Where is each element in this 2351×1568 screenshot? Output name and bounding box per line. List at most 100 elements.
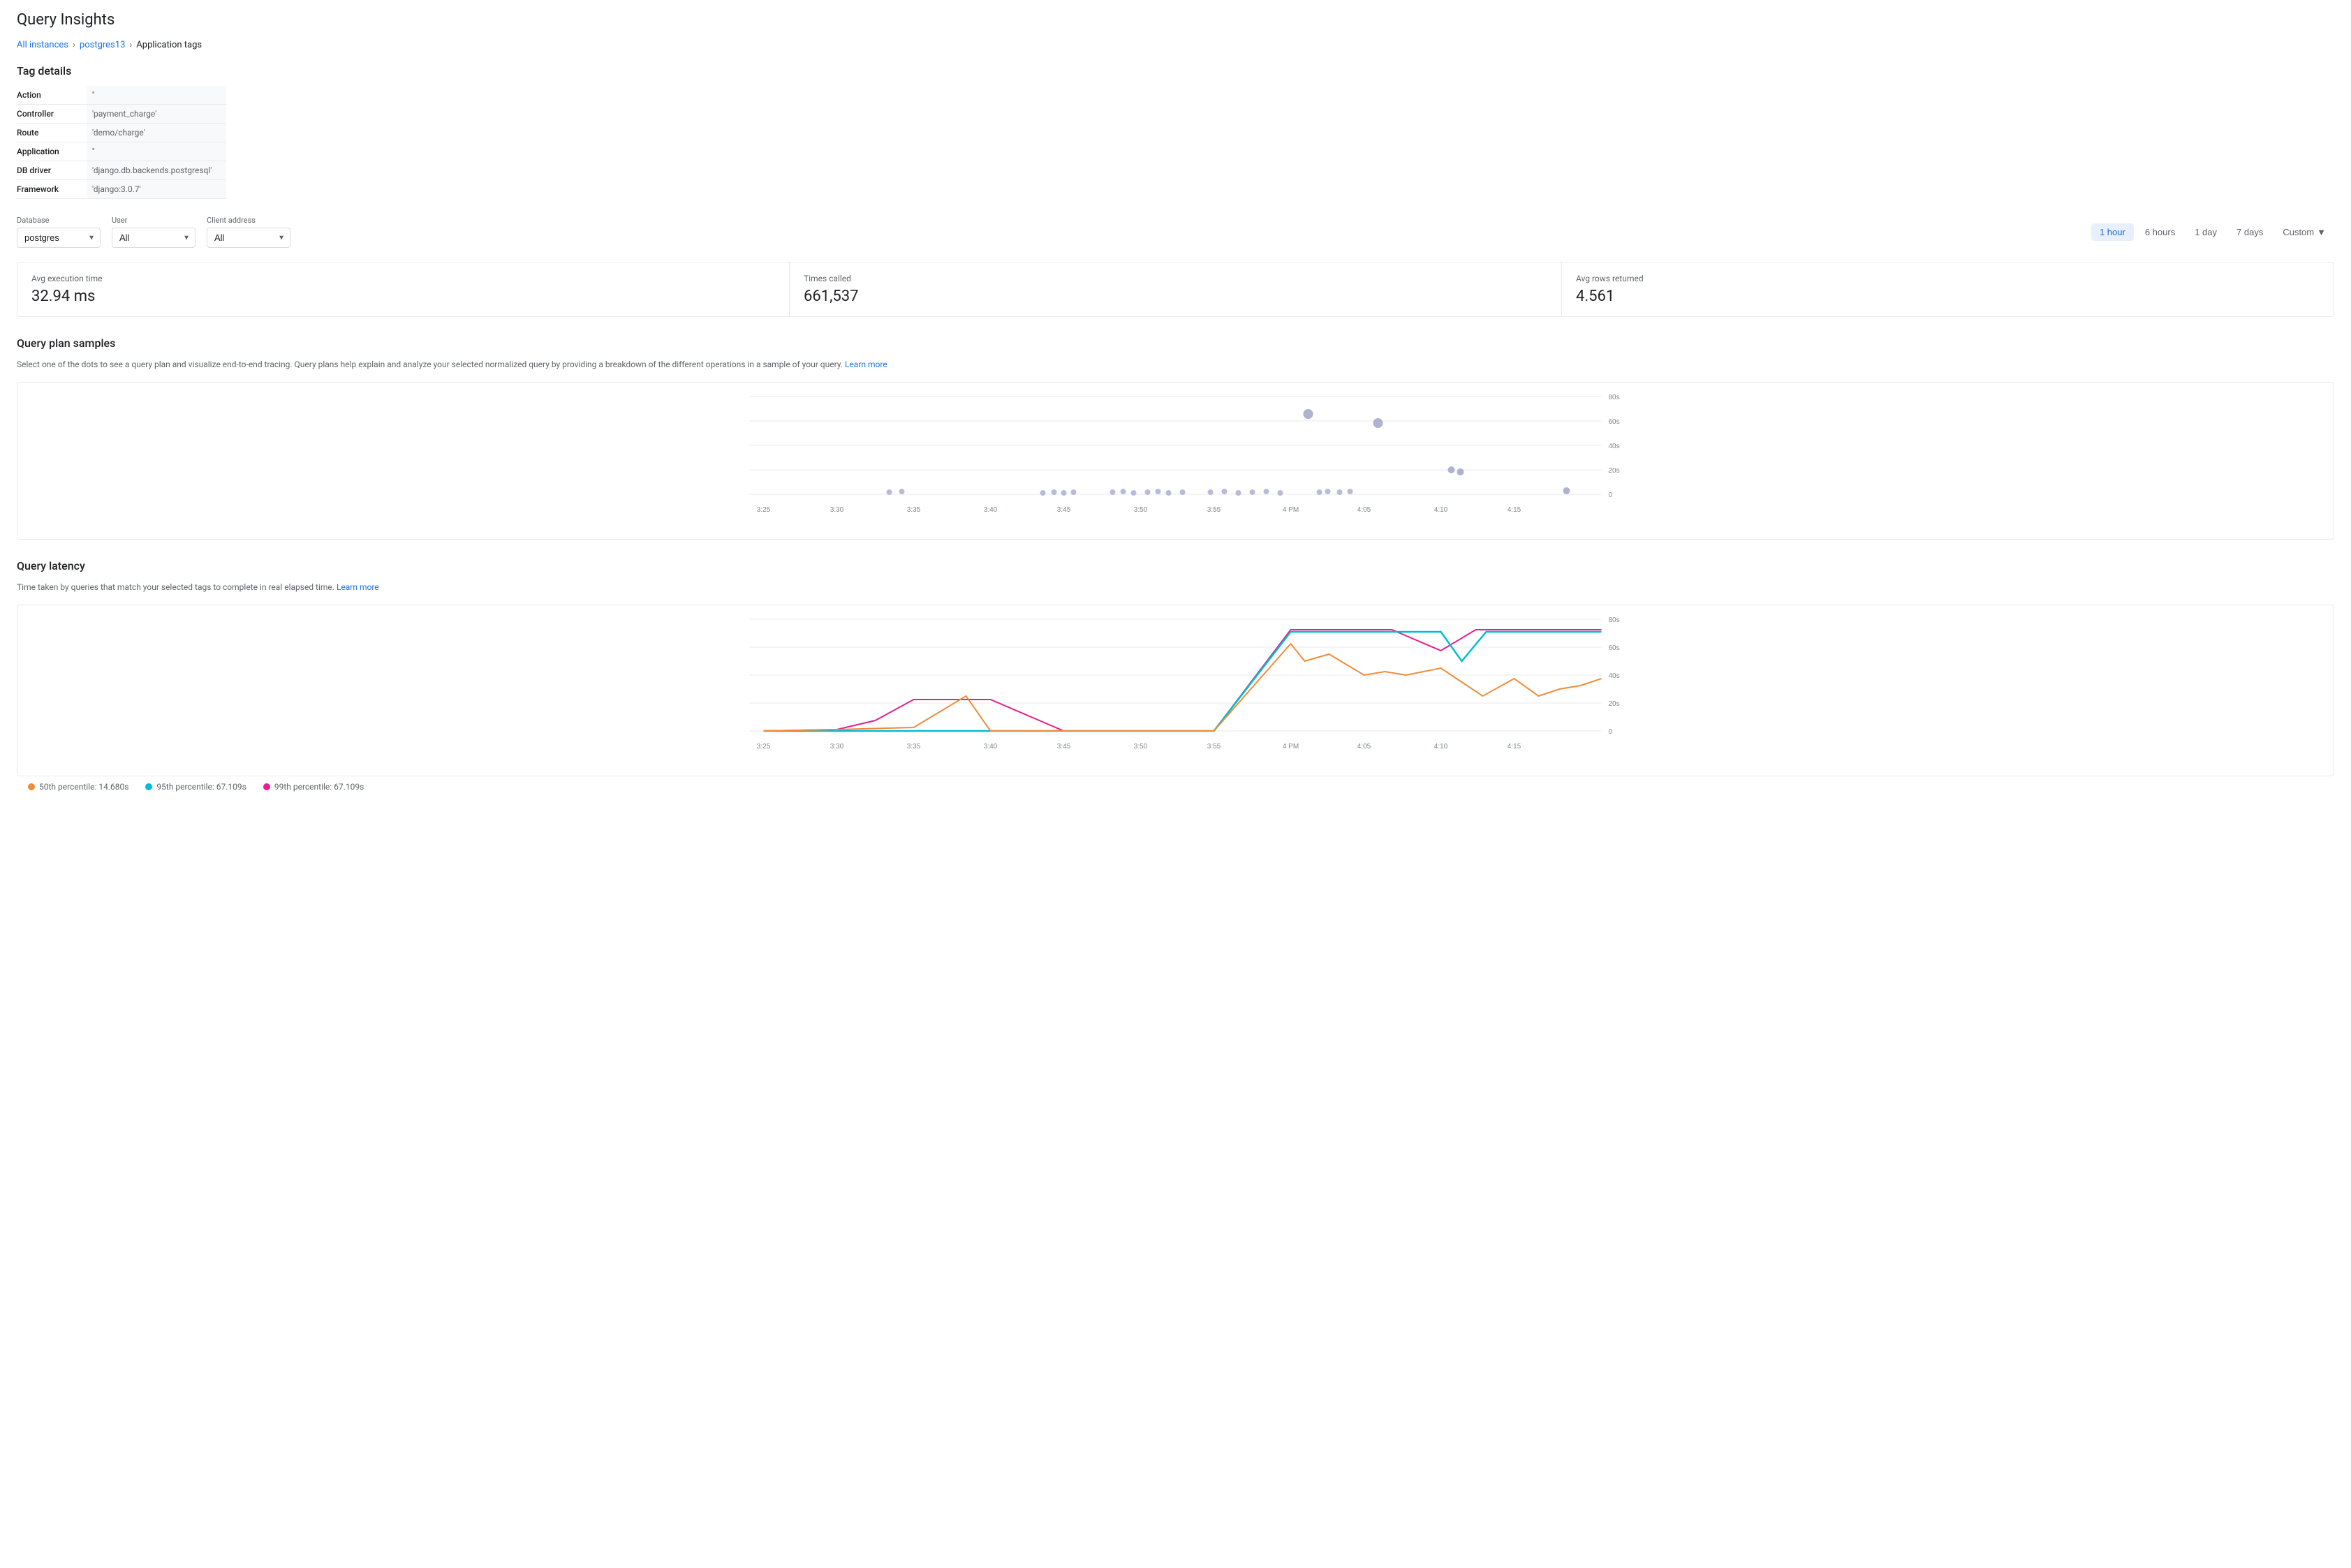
legend-p95-dot bbox=[145, 783, 152, 790]
database-filter-group: Database postgres bbox=[17, 216, 101, 248]
metric-avg-exec-time-label: Avg execution time bbox=[31, 274, 775, 283]
svg-text:4:05: 4:05 bbox=[1357, 506, 1371, 514]
metric-times-called-label: Times called bbox=[804, 274, 1547, 283]
metric-avg-rows-label: Avg rows returned bbox=[1576, 274, 2320, 283]
svg-text:20s: 20s bbox=[1609, 467, 1620, 475]
scatter-dot[interactable] bbox=[1208, 489, 1214, 495]
svg-text:40s: 40s bbox=[1609, 443, 1620, 450]
query-latency-learn-more[interactable]: Learn more bbox=[337, 582, 379, 592]
tag-row: Route 'demo/charge' bbox=[17, 124, 226, 142]
tag-row-label: Route bbox=[17, 124, 87, 142]
svg-text:3:25: 3:25 bbox=[757, 506, 771, 514]
query-latency-section: Query latency Time taken by queries that… bbox=[17, 559, 2334, 797]
scatter-dot-large[interactable] bbox=[1457, 468, 1464, 475]
scatter-dot[interactable] bbox=[1236, 490, 1241, 496]
metric-avg-rows: Avg rows returned 4.561 bbox=[1562, 262, 2334, 316]
scatter-dot[interactable] bbox=[1156, 489, 1161, 494]
scatter-dot[interactable] bbox=[1061, 490, 1067, 496]
tag-row-label: Action bbox=[17, 86, 87, 104]
svg-text:0: 0 bbox=[1609, 491, 1613, 499]
svg-text:3:50: 3:50 bbox=[1134, 506, 1148, 514]
scatter-dot-large[interactable] bbox=[1373, 418, 1383, 428]
tag-row-label: Controller bbox=[17, 105, 87, 123]
scatter-dot[interactable] bbox=[1317, 489, 1322, 495]
scatter-dot[interactable] bbox=[1325, 489, 1331, 494]
database-select[interactable]: postgres bbox=[17, 228, 101, 248]
legend-p95-label: 95th percentile: 67.109s bbox=[156, 782, 246, 792]
scatter-dot-large[interactable] bbox=[1448, 466, 1455, 473]
metric-avg-exec-time: Avg execution time 32.94 ms bbox=[17, 262, 790, 316]
query-plan-learn-more[interactable]: Learn more bbox=[845, 360, 887, 369]
legend-p99-label: 99th percentile: 67.109s bbox=[274, 782, 364, 792]
time-btn-7days[interactable]: 7 days bbox=[2228, 223, 2271, 241]
scatter-dot-large[interactable] bbox=[1563, 487, 1570, 494]
svg-text:3:30: 3:30 bbox=[830, 506, 844, 514]
svg-text:4:05: 4:05 bbox=[1357, 743, 1371, 750]
client-address-select[interactable]: All bbox=[207, 228, 290, 248]
tag-details-section: Tag details Action '' Controller 'paymen… bbox=[17, 64, 2334, 199]
svg-text:60s: 60s bbox=[1609, 418, 1620, 426]
svg-text:3:45: 3:45 bbox=[1057, 506, 1071, 514]
scatter-dot[interactable] bbox=[1145, 489, 1151, 495]
user-filter-group: User All bbox=[112, 216, 196, 248]
user-filter-label: User bbox=[112, 216, 196, 225]
scatter-dot[interactable] bbox=[1278, 490, 1283, 496]
svg-text:80s: 80s bbox=[1609, 616, 1620, 624]
time-range-buttons: 1 hour 6 hours 1 day 7 days Custom ▼ bbox=[2091, 223, 2334, 241]
user-select-wrapper: All bbox=[112, 228, 196, 248]
scatter-dot[interactable] bbox=[1131, 490, 1137, 496]
user-select[interactable]: All bbox=[112, 228, 196, 248]
svg-text:3:45: 3:45 bbox=[1057, 743, 1071, 750]
database-select-wrapper: postgres bbox=[17, 228, 101, 248]
svg-text:3:30: 3:30 bbox=[830, 743, 844, 750]
tag-row-label: Application bbox=[17, 142, 87, 161]
legend-p50: 50th percentile: 14.680s bbox=[28, 782, 128, 792]
query-latency-title: Query latency bbox=[17, 559, 2334, 572]
scatter-dot-large[interactable] bbox=[1304, 409, 1313, 419]
tag-row: Controller 'payment_charge' bbox=[17, 105, 226, 124]
query-latency-description: Time taken by queries that match your se… bbox=[17, 581, 2334, 593]
metric-avg-exec-time-value: 32.94 ms bbox=[31, 288, 775, 305]
breadcrumb-sep-1: › bbox=[73, 40, 75, 50]
time-btn-custom[interactable]: Custom ▼ bbox=[2274, 223, 2334, 241]
tag-details-table: Action '' Controller 'payment_charge' Ro… bbox=[17, 86, 226, 199]
tag-row-value: 'payment_charge' bbox=[87, 105, 226, 123]
metrics-row: Avg execution time 32.94 ms Times called… bbox=[17, 262, 2334, 317]
scatter-dot[interactable] bbox=[1166, 490, 1172, 496]
scatter-dot[interactable] bbox=[899, 489, 905, 494]
tag-row-label: DB driver bbox=[17, 161, 87, 179]
tag-details-title: Tag details bbox=[17, 64, 2334, 77]
legend-p99-dot bbox=[263, 783, 270, 790]
breadcrumb-all-instances[interactable]: All instances bbox=[17, 40, 68, 50]
scatter-dot[interactable] bbox=[1110, 489, 1116, 495]
metric-times-called: Times called 661,537 bbox=[790, 262, 1562, 316]
scatter-dot[interactable] bbox=[1071, 489, 1077, 495]
time-btn-1day[interactable]: 1 day bbox=[2186, 223, 2225, 241]
breadcrumb-postgres13[interactable]: postgres13 bbox=[80, 40, 125, 50]
query-plan-section: Query plan samples Select one of the dot… bbox=[17, 336, 2334, 540]
p50-line bbox=[764, 644, 1602, 731]
scatter-dot[interactable] bbox=[1040, 490, 1046, 496]
scatter-dot[interactable] bbox=[1250, 489, 1255, 495]
tag-row: DB driver 'django.db.backends.postgresql… bbox=[17, 161, 226, 180]
svg-text:3:50: 3:50 bbox=[1134, 743, 1148, 750]
legend-p50-label: 50th percentile: 14.680s bbox=[39, 782, 128, 792]
svg-text:0: 0 bbox=[1609, 728, 1613, 736]
time-btn-6hours[interactable]: 6 hours bbox=[2137, 223, 2183, 241]
scatter-dot[interactable] bbox=[1121, 489, 1126, 494]
query-latency-chart-container: 80s 60s 40s 20s 0 3:25 3:30 3:35 3:40 3:… bbox=[17, 605, 2334, 776]
scatter-dot[interactable] bbox=[1052, 489, 1057, 495]
svg-text:4:15: 4:15 bbox=[1508, 506, 1521, 514]
legend-p95: 95th percentile: 67.109s bbox=[145, 782, 246, 792]
svg-text:4:10: 4:10 bbox=[1434, 506, 1448, 514]
scatter-dot[interactable] bbox=[1180, 489, 1186, 495]
time-btn-1hour[interactable]: 1 hour bbox=[2091, 223, 2134, 241]
scatter-dot[interactable] bbox=[1222, 489, 1228, 494]
svg-text:4 PM: 4 PM bbox=[1283, 743, 1299, 750]
scatter-dot[interactable] bbox=[1264, 489, 1269, 494]
scatter-dot[interactable] bbox=[1337, 489, 1343, 495]
svg-text:4:15: 4:15 bbox=[1508, 743, 1521, 750]
scatter-dot[interactable] bbox=[887, 489, 892, 495]
scatter-dot[interactable] bbox=[1348, 489, 1353, 494]
svg-text:3:40: 3:40 bbox=[984, 506, 998, 514]
